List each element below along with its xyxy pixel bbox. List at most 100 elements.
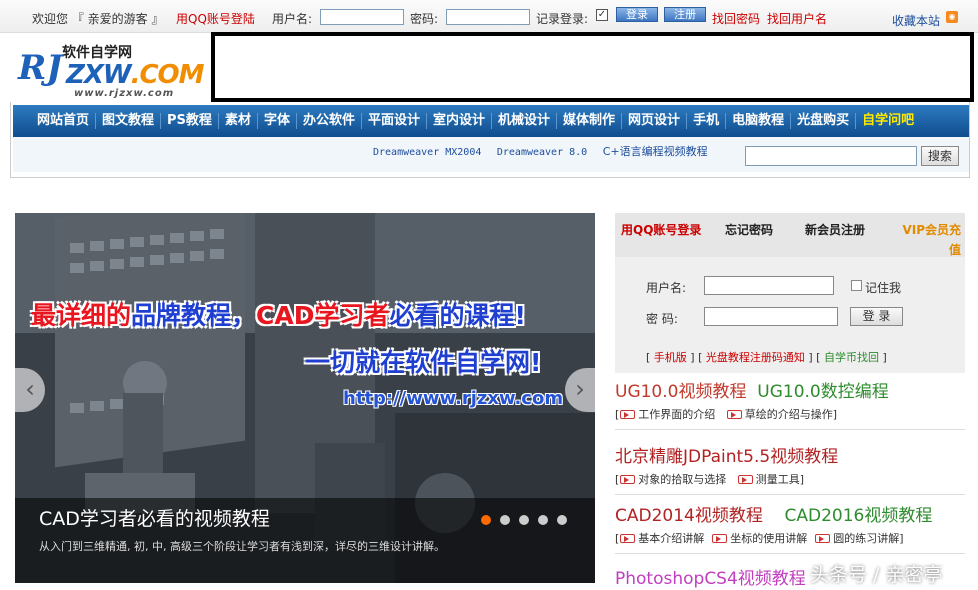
top-login-button[interactable]: 登录 xyxy=(616,7,658,22)
course-heading: CAD2014视频教程 CAD2016视频教程 xyxy=(615,505,965,527)
top-register-button[interactable]: 注册 xyxy=(664,7,706,22)
logo-com-text: .COM xyxy=(130,60,205,90)
course-heading: UG10.0视频教程 UG10.0数控编程 xyxy=(615,381,965,403)
slider-dot-3[interactable] xyxy=(519,515,529,525)
lesson-link[interactable]: 测量工具 xyxy=(756,473,800,486)
find-password-link[interactable]: 找回密码 xyxy=(712,10,760,27)
video-icon xyxy=(737,475,753,484)
nav-item-web-design[interactable]: 网页设计 xyxy=(622,113,688,129)
course-link[interactable]: CAD2016视频教程 xyxy=(784,506,932,526)
course-block-ug: UG10.0视频教程 UG10.0数控编程 [工作界面的介绍 草绘的介绍与操作] xyxy=(615,381,965,430)
top-bar: 欢迎您 『 亲爱的游客 』 用QQ账号登陆 用户名: 密码: 记录登录: ✓ 登… xyxy=(0,0,978,33)
remember-label: 记录登录: xyxy=(536,12,589,26)
slider-caption[interactable]: CAD学习者必看的视频教程 从入门到三维精通, 初, 中, 高级三个阶段让学习者… xyxy=(15,498,595,583)
panel-remember-label: 记住我 xyxy=(865,281,902,295)
link-disc-notice[interactable]: 光盘教程注册码通知 xyxy=(706,351,805,364)
logo-top-text: 软件自学网 xyxy=(62,45,132,61)
header-ad-banner[interactable] xyxy=(211,32,974,102)
sub-link-c[interactable]: C+语言编程视频教程 xyxy=(603,145,708,158)
nav-item-home[interactable]: 网站首页 xyxy=(31,113,97,129)
course-link[interactable]: PhotoshopCS4视频教程 xyxy=(615,569,806,589)
slider-dot-1[interactable] xyxy=(481,515,491,525)
nav-item-interior-design[interactable]: 室内设计 xyxy=(427,113,493,129)
slider-caption-subtitle: 从入门到三维精通, 初, 中, 高级三个阶段让学习者有浅到深，详尽的三维设计讲解… xyxy=(39,540,445,553)
panel-remember-checkbox[interactable] xyxy=(851,280,862,291)
tab-qq-login[interactable]: 用QQ账号登录 xyxy=(621,221,701,238)
course-link[interactable]: CAD2014视频教程 xyxy=(615,506,763,526)
slider-dots xyxy=(481,515,567,525)
search-button[interactable]: 搜索 xyxy=(921,146,959,166)
find-username-link[interactable]: 找回用户名 xyxy=(767,10,827,27)
remember-checkbox[interactable]: ✓ xyxy=(596,9,608,21)
slider-headline-part3: CAD学习者 xyxy=(256,301,390,330)
slider-dot-5[interactable] xyxy=(557,515,567,525)
link-coin-recovery[interactable]: 自学币找回 xyxy=(824,351,879,364)
panel-password-input[interactable] xyxy=(704,307,838,326)
logo-rj: RJ xyxy=(18,48,63,88)
course-block-jdpaint: 北京精雕JDPaint5.5视频教程 [对象的拾取与选择 测量工具] xyxy=(615,446,965,495)
slider-dot-2[interactable] xyxy=(500,515,510,525)
panel-password-label: 密 码: xyxy=(646,312,678,326)
nav-item-material[interactable]: 素材 xyxy=(219,113,258,129)
username-input[interactable] xyxy=(320,9,404,25)
nav-item-mobile[interactable]: 手机 xyxy=(687,113,727,129)
nav-item-mechanical-design[interactable]: 机械设计 xyxy=(492,113,558,129)
course-link[interactable]: UG10.0数控编程 xyxy=(757,382,888,402)
link-mobile[interactable]: 手机版 xyxy=(654,351,687,364)
watermark-text: 头条号 / 亲密亭 xyxy=(810,564,943,586)
nav-item-computer[interactable]: 电脑教程 xyxy=(726,113,792,129)
nav-item-fonts[interactable]: 字体 xyxy=(258,113,297,129)
divider xyxy=(615,494,965,495)
lesson-link[interactable]: 工作界面的介绍 xyxy=(638,408,715,421)
course-heading: 北京精雕JDPaint5.5视频教程 xyxy=(615,446,965,468)
video-icon xyxy=(620,475,636,484)
lesson-link[interactable]: 草绘的介绍与操作 xyxy=(745,408,833,421)
lesson-link[interactable]: 坐标的使用讲解 xyxy=(730,532,807,545)
slider-caption-title[interactable]: CAD学习者必看的视频教程 xyxy=(39,504,270,531)
logo-zxw: ZXW.COM xyxy=(66,60,205,90)
video-icon xyxy=(712,534,728,543)
bookmark-link[interactable]: 收藏本站 xyxy=(892,12,940,29)
video-icon xyxy=(815,534,831,543)
sub-link-dw2004[interactable]: Dreamweaver MX2004 xyxy=(373,147,481,158)
panel-login-button[interactable]: 登 录 xyxy=(850,307,903,326)
lesson-link[interactable]: 圆的练习讲解 xyxy=(833,532,899,545)
nav-item-ps[interactable]: PS教程 xyxy=(161,113,219,129)
panel-username-label: 用户名: xyxy=(646,281,687,295)
sub-link-dw8[interactable]: Dreamweaver 8.0 xyxy=(497,147,587,158)
login-panel: 用QQ账号登录 忘记密码 新会员注册 VIP会员充值 用户名: 记住我 密 码:… xyxy=(615,213,965,373)
password-input[interactable] xyxy=(446,9,530,25)
tab-forgot-password[interactable]: 忘记密码 xyxy=(725,221,773,238)
tab-vip[interactable]: VIP会员充值 xyxy=(897,221,961,260)
nav-item-graphic-design[interactable]: 平面设计 xyxy=(362,113,427,129)
username-label: 用户名: xyxy=(272,12,313,26)
rss-icon[interactable]: ◉ xyxy=(946,11,958,23)
nav-item-media[interactable]: 媒体制作 xyxy=(557,113,623,129)
slider-headline-part1: 最详细的 xyxy=(31,301,132,330)
slider-subheadline: 一切就在软件自学网! xyxy=(305,348,542,377)
lesson-link[interactable]: 基本介绍讲解 xyxy=(638,532,704,545)
site-logo[interactable]: 软件自学网 RJ ZXW.COM www.rjzxw.com xyxy=(16,40,205,100)
hero-slider[interactable]: 最详细的品牌教程，CAD学习者必看的课程! 一切就在软件自学网! http://… xyxy=(15,213,595,583)
panel-username-input[interactable] xyxy=(704,276,834,295)
divider xyxy=(615,553,965,554)
login-tabs: 用QQ账号登录 忘记密码 新会员注册 VIP会员充值 xyxy=(615,213,965,257)
course-lessons: [基本介绍讲解 坐标的使用讲解 圆的练习讲解] xyxy=(615,532,904,545)
slider-dot-4[interactable] xyxy=(538,515,548,525)
lesson-link[interactable]: 对象的拾取与选择 xyxy=(638,473,726,486)
course-link[interactable]: UG10.0视频教程 xyxy=(615,382,746,402)
nav-item-office[interactable]: 办公软件 xyxy=(297,113,362,129)
slider-headline: 最详细的品牌教程，CAD学习者必看的课程! xyxy=(31,296,526,332)
course-link[interactable]: 北京精雕JDPaint5.5视频教程 xyxy=(615,447,838,467)
main-nav: 网站首页 图文教程 PS教程 素材 字体 办公软件 平面设计 室内设计 机械设计… xyxy=(13,105,969,137)
course-block-cad: CAD2014视频教程 CAD2016视频教程 [基本介绍讲解 坐标的使用讲解 … xyxy=(615,505,965,554)
search-input[interactable] xyxy=(745,146,917,166)
nav-item-tutorials[interactable]: 图文教程 xyxy=(96,113,162,129)
video-icon xyxy=(620,410,636,419)
qq-login-link[interactable]: 用QQ账号登陆 xyxy=(176,10,255,27)
logo-zxw-text: ZXW xyxy=(66,60,132,90)
tab-register[interactable]: 新会员注册 xyxy=(805,221,865,238)
divider xyxy=(615,429,965,430)
nav-item-buy-disc[interactable]: 光盘购买 xyxy=(791,113,857,129)
nav-item-qa[interactable]: 自学问吧 xyxy=(856,113,920,129)
